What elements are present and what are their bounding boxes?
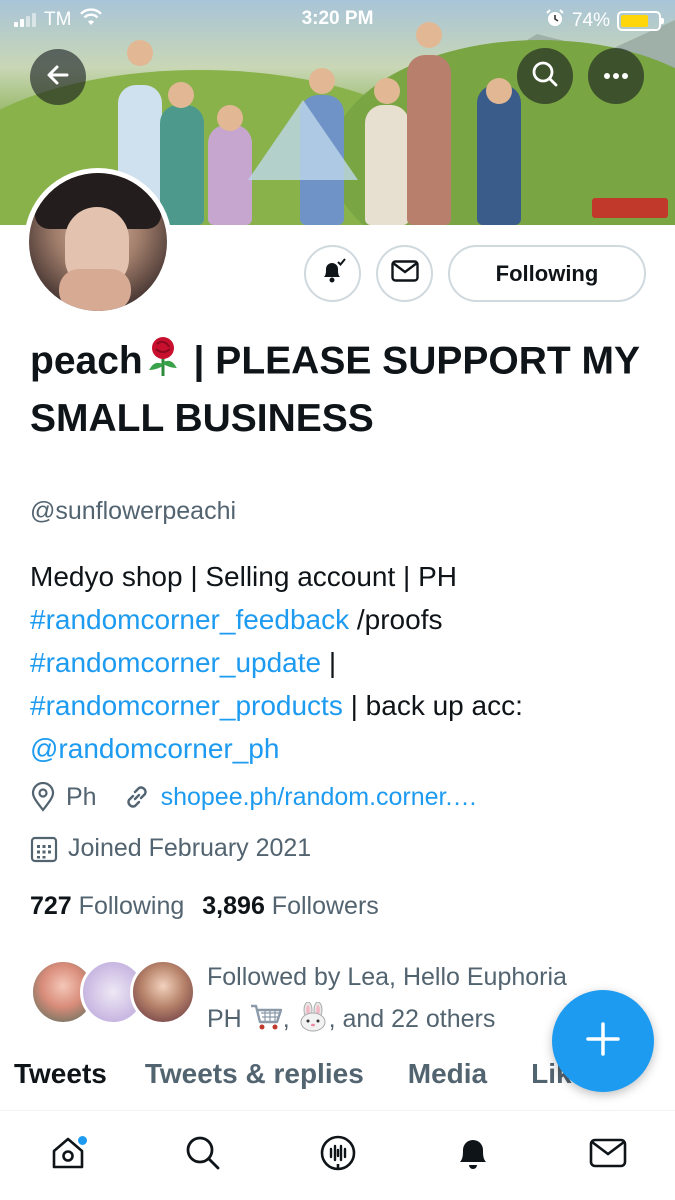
notifications-icon: [454, 1134, 492, 1177]
following-count: 727: [30, 892, 72, 920]
follow-counts: 727 Following 3,896 Followers: [30, 892, 379, 921]
more-button[interactable]: [588, 48, 644, 104]
followed-by-line: PH: [207, 1005, 242, 1033]
rose-icon: [143, 334, 183, 392]
profile-bio: Medyo shop | Selling account | PH #rando…: [30, 555, 650, 770]
more-horizontal-icon: [603, 67, 629, 85]
following-button[interactable]: Following: [448, 245, 646, 302]
hashtag-link[interactable]: #randomcorner_update: [30, 647, 321, 678]
display-name-text: peach: [30, 339, 143, 383]
following-label: Following: [78, 892, 185, 920]
location-text: Ph: [66, 782, 97, 811]
nav-notifications[interactable]: [438, 1126, 508, 1186]
battery-percent: 74%: [571, 10, 610, 31]
message-button[interactable]: [376, 245, 433, 302]
tab-tweets-replies[interactable]: Tweets & replies: [145, 1058, 364, 1110]
search-icon: [184, 1134, 222, 1177]
joined-date: Joined February 2021: [68, 834, 312, 862]
bell-check-icon: [318, 256, 348, 291]
status-bar: TM 3:20 PM 74%: [0, 0, 675, 38]
bio-text: /proofs: [349, 604, 443, 635]
followers-count-link[interactable]: 3,896 Followers: [202, 892, 379, 921]
back-button[interactable]: [30, 49, 86, 105]
plus-icon: [585, 1021, 621, 1062]
nav-messages[interactable]: [573, 1126, 643, 1186]
compose-tweet-button[interactable]: [552, 990, 654, 1092]
following-count-link[interactable]: 727 Following: [30, 892, 184, 921]
messages-icon: [589, 1137, 627, 1174]
bio-text: | back up acc:: [342, 690, 523, 721]
mention-link[interactable]: @randomcorner_ph: [30, 733, 279, 764]
envelope-icon: [390, 260, 419, 287]
tab-tweets[interactable]: Tweets: [14, 1058, 107, 1110]
followed-by-line: , and 22 others: [328, 1005, 496, 1033]
spaces-icon: [319, 1134, 357, 1177]
tab-media[interactable]: Media: [408, 1058, 487, 1110]
profile-meta: Ph shopee.ph/random.corner.…: [30, 782, 477, 812]
location-pin-icon: [30, 782, 56, 812]
nav-home[interactable]: [33, 1126, 103, 1186]
followers-count: 3,896: [202, 892, 265, 920]
bottom-nav: [0, 1111, 675, 1200]
calendar-icon: [30, 835, 58, 863]
nav-spaces[interactable]: [303, 1126, 373, 1186]
bio-line: Medyo shop | Selling account | PH: [30, 561, 457, 592]
hashtag-link[interactable]: #randomcorner_products: [30, 690, 343, 721]
alarm-icon: [545, 8, 565, 34]
display-name: peach | PLEASE SUPPORT MY SMALL BUSINESS: [30, 334, 650, 445]
cart-icon: [249, 1004, 283, 1033]
notification-dot: [77, 1135, 87, 1145]
search-button[interactable]: [517, 48, 573, 104]
followed-by-line: Followed by Lea, Hello Euphoria: [207, 963, 567, 991]
followed-by-line: ,: [282, 1005, 290, 1033]
rabbit-icon: [297, 1001, 329, 1033]
website-link[interactable]: shopee.ph/random.corner.…: [161, 783, 478, 812]
arrow-left-icon: [45, 62, 71, 93]
profile-avatar[interactable]: [24, 168, 172, 316]
battery-icon: [617, 11, 664, 31]
hashtag-link[interactable]: #randomcorner_feedback: [30, 604, 349, 635]
link-icon: [123, 783, 151, 811]
joined-row: Joined February 2021: [30, 834, 311, 863]
followers-label: Followers: [271, 892, 379, 920]
nav-search[interactable]: [168, 1126, 238, 1186]
bio-text: |: [321, 647, 337, 678]
avatar: [130, 959, 196, 1025]
profile-handle: @sunflowerpeachi: [30, 497, 237, 525]
search-icon: [531, 60, 559, 93]
notify-button[interactable]: [304, 245, 361, 302]
